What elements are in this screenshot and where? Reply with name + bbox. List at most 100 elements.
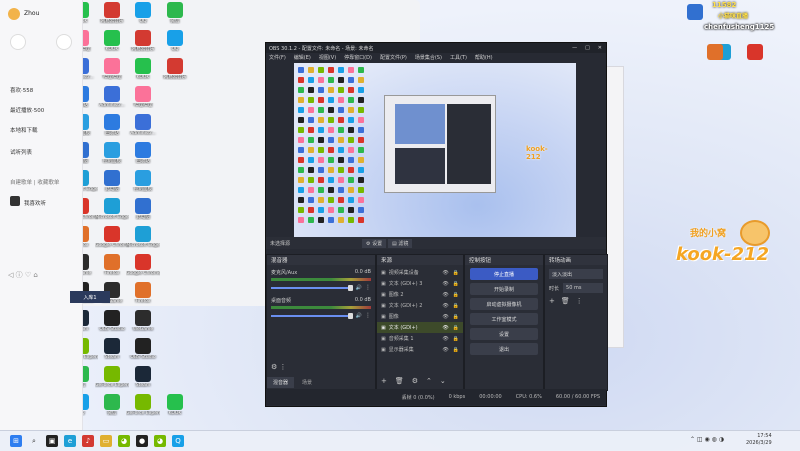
desktop-icon[interactable]: 网易云音乐 xyxy=(128,30,158,58)
source-item[interactable]: ▣ 显示器采集 👁 🔒 xyxy=(377,344,463,355)
lock-icon[interactable]: 🔒 xyxy=(453,325,459,331)
android-icon[interactable]: ◕ xyxy=(118,435,130,447)
settings-button[interactable]: 设置 xyxy=(470,328,538,340)
volume-slider[interactable] xyxy=(271,284,353,291)
desktop-icon[interactable]: 网易云音乐 xyxy=(97,2,127,30)
desktop-icon[interactable]: 网易云音乐 xyxy=(160,58,190,86)
obs-taskbar-icon[interactable]: ● xyxy=(136,435,148,447)
studio-mode-button[interactable]: 工作室模式 xyxy=(470,313,538,325)
tray-icons[interactable]: ⌃ ◫ ◉ ◍ ◑ xyxy=(690,436,724,443)
desktop-icon[interactable]: Google Chrome xyxy=(126,254,160,282)
desktop-icon[interactable]: Google Chrome xyxy=(95,226,129,254)
tab-mixer[interactable]: 混音器 xyxy=(267,377,295,388)
lock-icon[interactable]: 🔒 xyxy=(453,281,459,287)
lock-icon[interactable]: 🔒 xyxy=(453,270,459,276)
menu-item[interactable]: 配置文件(P) xyxy=(380,54,407,61)
volume-slider[interactable] xyxy=(271,312,353,319)
android-icon-2[interactable]: ◕ xyxy=(154,435,166,447)
lock-icon[interactable]: 🔒 xyxy=(453,292,459,298)
menu-item[interactable]: 场景集合(S) xyxy=(415,54,442,61)
desktop-icon[interactable]: KOOK xyxy=(97,30,127,58)
visibility-icon[interactable]: 👁 xyxy=(442,270,448,276)
desktop-icon[interactable] xyxy=(740,44,770,72)
sidebar-item-trial[interactable]: 试听列表 xyxy=(10,148,32,156)
desktop-icon[interactable]: Steam xyxy=(97,338,127,366)
desktop-icon[interactable]: 回收站 xyxy=(97,114,127,142)
search-icon[interactable]: ⌕ xyxy=(28,435,40,447)
desktop-icon[interactable]: 此电脑 xyxy=(97,170,127,198)
start-recording-button[interactable]: 开始录制 xyxy=(470,283,538,295)
minimize-icon[interactable]: — xyxy=(572,45,577,51)
sidebar-item-recent[interactable]: 最近播放·500 xyxy=(10,106,44,114)
lock-icon[interactable]: 🔒 xyxy=(453,336,459,342)
sources-toolbar[interactable]: + 🗑 ⚙ ⌃ ⌄ xyxy=(381,377,446,385)
volume-slider-handle[interactable] xyxy=(347,284,353,291)
desktop-icon[interactable]: Microsoft Edge xyxy=(126,226,160,254)
obs-preview[interactable]: kook-212 xyxy=(294,63,576,241)
visibility-icon[interactable]: 👁 xyxy=(442,325,448,331)
visibility-icon[interactable]: 👁 xyxy=(442,336,448,342)
music-icon[interactable]: ♪ xyxy=(82,435,94,447)
transition-menu-icon[interactable]: ⋮ xyxy=(576,297,583,305)
volume-slider-handle[interactable] xyxy=(347,312,353,319)
source-props-icon[interactable]: ⚙ xyxy=(412,377,418,385)
move-down-icon[interactable]: ⌄ xyxy=(440,377,446,385)
menu-item[interactable]: 帮助(H) xyxy=(475,54,493,61)
menu-item[interactable]: 编辑(E) xyxy=(294,54,311,61)
desktop-icon[interactable]: OBS Studio xyxy=(128,338,158,366)
channel-menu-icon[interactable]: ⋮ xyxy=(365,312,371,319)
desktop-icon[interactable]: QQ xyxy=(160,30,190,58)
maximize-icon[interactable]: □ xyxy=(585,45,590,51)
qq-icon[interactable]: Q xyxy=(172,435,184,447)
play-bar-button[interactable]: 入库1 xyxy=(70,291,110,303)
desktop-icon[interactable]: Firefox xyxy=(97,254,127,282)
compass-icon[interactable] xyxy=(56,34,72,50)
add-transition-icon[interactable]: + xyxy=(549,297,555,305)
desktop-icon[interactable]: 回收站 xyxy=(128,142,158,170)
source-item[interactable]: ▣ 文本 (GDI+) 👁 🔒 xyxy=(377,322,463,333)
sidebar-item-liked[interactable]: 喜欢·558 xyxy=(10,86,33,94)
mixer-settings-icon[interactable]: ⚙ ⋮ xyxy=(271,363,287,371)
desktop-icon[interactable]: 控制面板 xyxy=(97,142,127,170)
desktop-icon[interactable]: GeForce Experience xyxy=(95,366,129,394)
source-item[interactable]: ▣ 文本 (GDI+) 2 👁 🔒 xyxy=(377,300,463,311)
obs-window[interactable]: OBS 30.1.2 - 配置文件: 未命名 - 场景: 未命名 — □ ✕ 文… xyxy=(265,42,608,407)
source-item[interactable]: ▣ 图像 2 👁 🔒 xyxy=(377,289,463,300)
edge-icon[interactable]: e xyxy=(64,435,76,447)
menu-item[interactable]: 文件(F) xyxy=(269,54,286,61)
desktop-icon[interactable]: Administr... xyxy=(128,114,158,142)
desktop-icon[interactable]: 微信 xyxy=(97,394,127,422)
desktop-icon[interactable]: 控制面板 xyxy=(128,170,158,198)
visibility-icon[interactable]: 👁 xyxy=(442,281,448,287)
remove-source-icon[interactable]: 🗑 xyxy=(395,377,404,385)
start-icon[interactable]: ⊞ xyxy=(10,435,22,447)
source-filters-button[interactable]: ▤ 滤镜 xyxy=(388,239,413,248)
remove-transition-icon[interactable]: 🗑 xyxy=(561,297,570,305)
channel-menu-icon[interactable]: ⋮ xyxy=(365,284,371,291)
desktop-icon[interactable]: 哔哩哔哩 xyxy=(97,58,127,86)
visibility-icon[interactable]: 👁 xyxy=(442,347,448,353)
desktop-icon[interactable]: OBS Studio xyxy=(97,310,127,338)
tab-scenes[interactable]: 场景 xyxy=(296,377,318,388)
desktop-icon[interactable] xyxy=(700,44,730,72)
desktop-icon[interactable]: 微信 xyxy=(160,2,190,30)
desktop-icon[interactable]: 哔哩哔哩 xyxy=(128,86,158,114)
desktop-icon[interactable]: Firefox xyxy=(128,282,158,310)
speaker-icon[interactable]: 🔊 xyxy=(356,313,362,319)
desktop-icon[interactable]: Steam xyxy=(128,366,158,394)
visibility-icon[interactable]: 👁 xyxy=(442,314,448,320)
lock-icon[interactable]: 🔒 xyxy=(453,347,459,353)
close-icon[interactable]: ✕ xyxy=(598,45,602,51)
move-up-icon[interactable]: ⌃ xyxy=(426,377,432,385)
transition-select[interactable]: 淡入淡出 xyxy=(549,269,603,279)
start-virtual-camera-button[interactable]: 启动虚拟摄像机 xyxy=(470,298,538,310)
desktop-icon[interactable]: QQ xyxy=(128,2,158,30)
add-source-icon[interactable]: + xyxy=(381,377,387,385)
menu-item[interactable]: 停靠窗口(D) xyxy=(344,54,372,61)
clock[interactable]: 17:54 2026/3/29 xyxy=(746,433,772,447)
transition-toolbar[interactable]: + 🗑 ⋮ xyxy=(549,297,603,305)
visibility-icon[interactable]: 👁 xyxy=(442,292,448,298)
source-item[interactable]: ▣ 音频采集 1 👁 🔒 xyxy=(377,333,463,344)
speaker-icon[interactable]: 🔊 xyxy=(356,285,362,291)
source-item[interactable]: ▣ 图像 👁 🔒 xyxy=(377,311,463,322)
